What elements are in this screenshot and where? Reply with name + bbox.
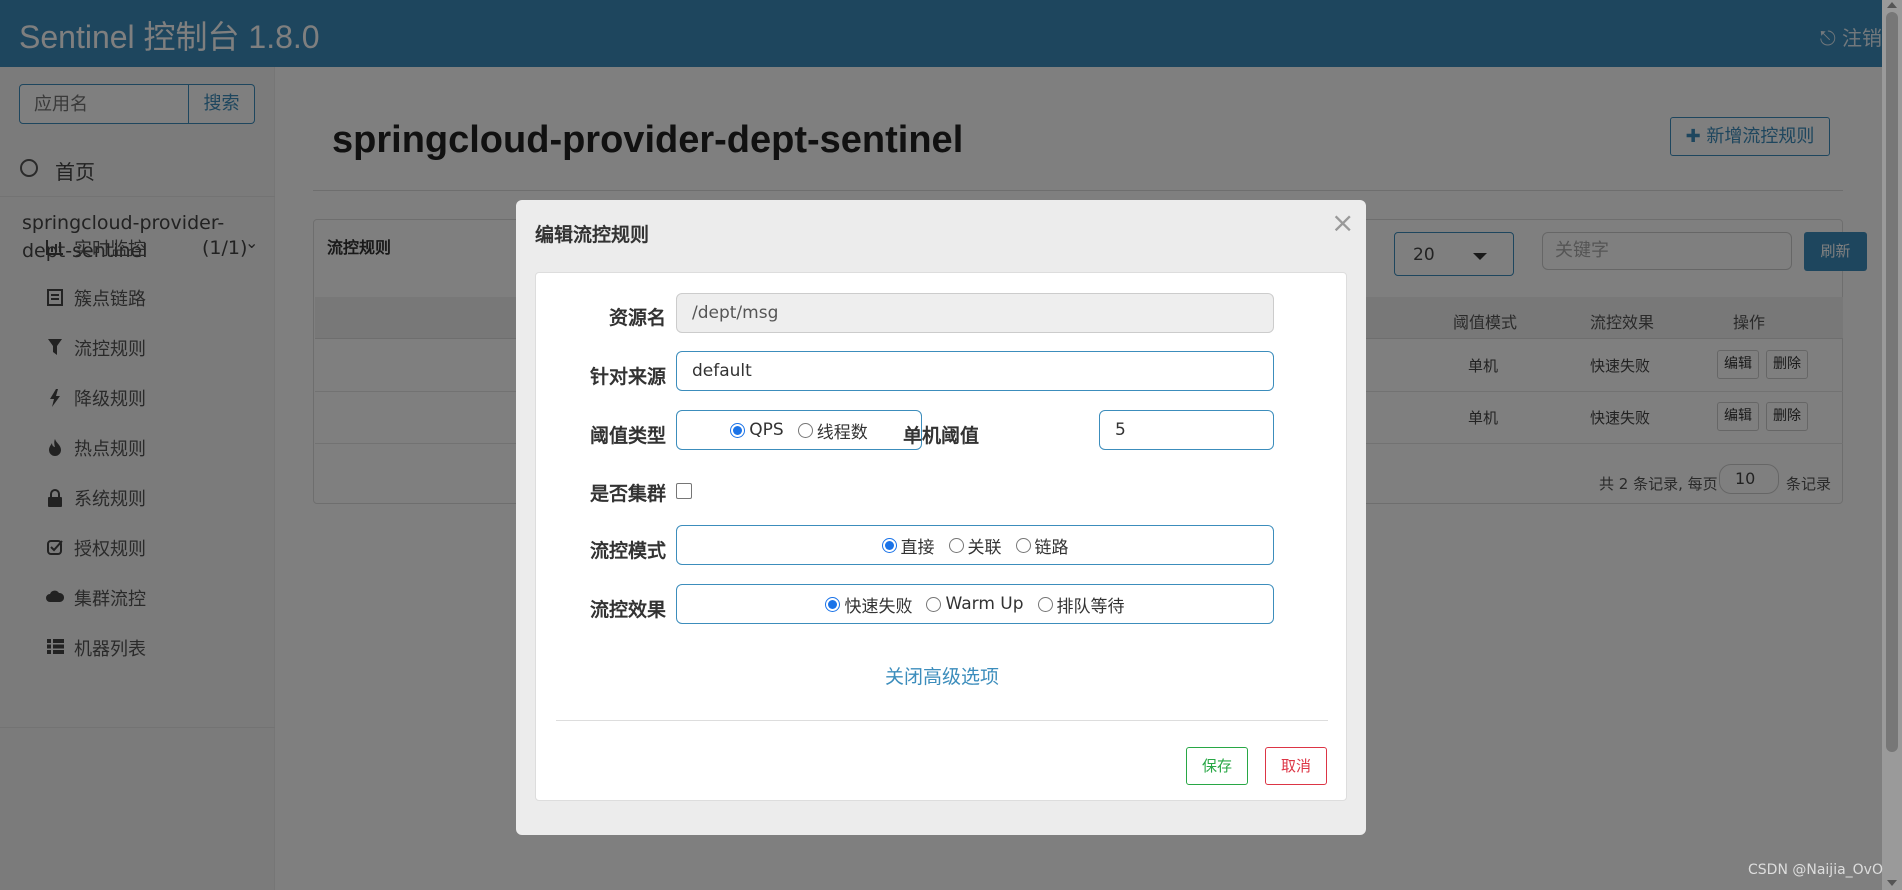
option-label: 快速失败 — [844, 596, 913, 617]
option-label: QPS — [749, 420, 784, 440]
radio-unselected[interactable] — [926, 596, 942, 612]
scroll-thumb[interactable] — [1886, 12, 1898, 752]
scroll-down-icon[interactable] — [1887, 880, 1897, 886]
single-threshold-input[interactable]: 5 — [1099, 410, 1274, 450]
scroll-up-icon[interactable] — [1887, 2, 1897, 8]
mode-label: 流控模式 — [589, 540, 666, 562]
mode-relate[interactable]: 关联 — [948, 533, 1002, 558]
radio-unselected[interactable] — [797, 422, 813, 438]
watermark: CSDN @Naijia_OvO — [1748, 862, 1883, 878]
radio-unselected[interactable] — [948, 537, 964, 553]
cancel-button[interactable]: 取消 — [1265, 747, 1327, 785]
source-input[interactable]: default — [676, 351, 1274, 391]
toggle-advanced-link[interactable]: 关闭高级选项 — [536, 662, 1348, 689]
effect-group: 快速失败 Warm Up 排队等待 — [676, 584, 1274, 624]
resource-input: /dept/msg — [676, 293, 1274, 333]
radio-selected[interactable] — [881, 537, 897, 553]
option-label: 关联 — [967, 537, 1002, 558]
radio-selected[interactable] — [730, 422, 746, 438]
cluster-label: 是否集群 — [589, 483, 666, 505]
dialog-divider — [556, 720, 1328, 721]
resource-label: 资源名 — [608, 307, 666, 329]
page-scrollbar[interactable] — [1882, 0, 1902, 890]
effect-warm-up[interactable]: Warm Up — [926, 594, 1024, 614]
cluster-checkbox[interactable] — [676, 483, 692, 499]
close-icon[interactable]: × — [1331, 206, 1354, 239]
save-button[interactable]: 保存 — [1186, 747, 1248, 785]
source-label: 针对来源 — [589, 366, 666, 388]
dialog-body: 资源名 /dept/msg 针对来源 default 阈值类型 QPS 线程数 … — [535, 272, 1347, 801]
mode-direct[interactable]: 直接 — [881, 533, 935, 558]
threshold-type-label: 阈值类型 — [589, 425, 666, 447]
dialog-title: 编辑流控规则 — [535, 224, 650, 246]
option-label: 排队等待 — [1056, 596, 1125, 617]
option-label: 直接 — [900, 537, 935, 558]
mode-chain[interactable]: 链路 — [1015, 533, 1069, 558]
effect-queue[interactable]: 排队等待 — [1037, 592, 1125, 617]
radio-unselected[interactable] — [1037, 596, 1053, 612]
mode-group: 直接 关联 链路 — [676, 525, 1274, 565]
option-label: Warm Up — [945, 594, 1024, 614]
single-threshold-label: 单机阈值 — [902, 425, 979, 447]
effect-label: 流控效果 — [589, 599, 666, 621]
threshold-type-qps[interactable]: QPS — [730, 420, 784, 440]
option-label: 链路 — [1034, 537, 1069, 558]
radio-unselected[interactable] — [1015, 537, 1031, 553]
radio-selected[interactable] — [825, 596, 841, 612]
effect-fast-fail[interactable]: 快速失败 — [825, 592, 912, 617]
edit-flow-rule-dialog: 编辑流控规则 × 资源名 /dept/msg 针对来源 default 阈值类型… — [516, 200, 1366, 835]
